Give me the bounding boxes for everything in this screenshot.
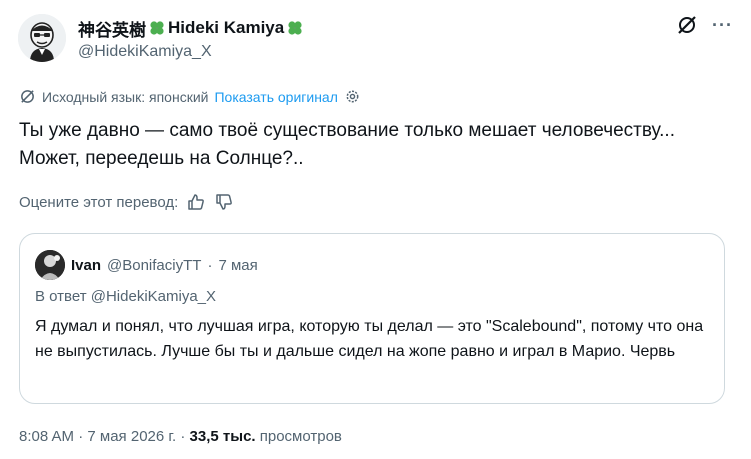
quoted-author-avatar[interactable] — [35, 250, 65, 280]
author-avatar[interactable] — [18, 14, 66, 62]
source-language-label: Исходный язык: японский — [42, 88, 209, 105]
footer-separator: · — [78, 428, 84, 445]
views-count: 33,5 тыс. — [189, 428, 256, 445]
quoted-author-handle[interactable]: @BonifaciyTT — [107, 257, 201, 274]
author-display-name-latin[interactable]: Hideki Kamiya — [168, 18, 284, 38]
header-actions: ··· — [676, 14, 733, 36]
translation-info: Исходный язык: японский Показать оригина… — [19, 88, 361, 105]
thumbs-up-icon[interactable] — [186, 192, 206, 212]
clover-icon — [288, 21, 302, 35]
footer-separator: · — [180, 428, 186, 445]
settings-gear-icon[interactable] — [344, 88, 361, 105]
quoted-tweet[interactable]: Ivan @BonifaciyTT · 7 мая В ответ @Hidek… — [19, 233, 725, 404]
show-original-link[interactable]: Показать оригинал — [214, 89, 337, 105]
quoted-author-name[interactable]: Ivan — [71, 257, 101, 274]
author-handle[interactable]: @HidekiKamiya_X — [78, 43, 212, 61]
author-name-row[interactable]: 神谷英樹 Hideki Kamiya — [78, 16, 306, 41]
author-display-name[interactable]: 神谷英樹 — [78, 16, 146, 41]
tweet-header: 神谷英樹 Hideki Kamiya @HidekiKamiya_X ··· — [18, 12, 733, 68]
tweet-time[interactable]: 8:08 AM — [19, 428, 74, 445]
tweet-body: Ты уже давно — само твоё существование т… — [19, 120, 675, 169]
quoted-tweet-header: Ivan @BonifaciyTT · 7 мая — [35, 250, 258, 280]
quoted-tweet-text: Я думал и понял, что лучшая игра, котору… — [35, 318, 704, 360]
views-label: просмотров — [259, 428, 342, 445]
avatar-image — [35, 250, 65, 280]
grok-icon[interactable] — [676, 14, 698, 36]
tweet-footer: 8:08 AM · 7 мая 2026 г. · 33,5 тыс. прос… — [19, 428, 342, 445]
more-icon[interactable]: ··· — [712, 14, 733, 36]
quoted-tweet-date[interactable]: 7 мая — [218, 257, 257, 274]
rate-translation-label: Оцените этот перевод: — [19, 193, 179, 211]
rate-translation: Оцените этот перевод: — [19, 192, 234, 212]
avatar-doodle — [18, 14, 66, 62]
tweet-date[interactable]: 7 мая 2026 г. — [87, 428, 176, 445]
meta-separator: · — [207, 256, 213, 274]
translate-icon — [21, 90, 34, 103]
clover-icon — [150, 21, 164, 35]
reply-to-label: В ответ @HidekiKamiya_X — [35, 288, 217, 305]
thumbs-down-icon[interactable] — [214, 192, 234, 212]
